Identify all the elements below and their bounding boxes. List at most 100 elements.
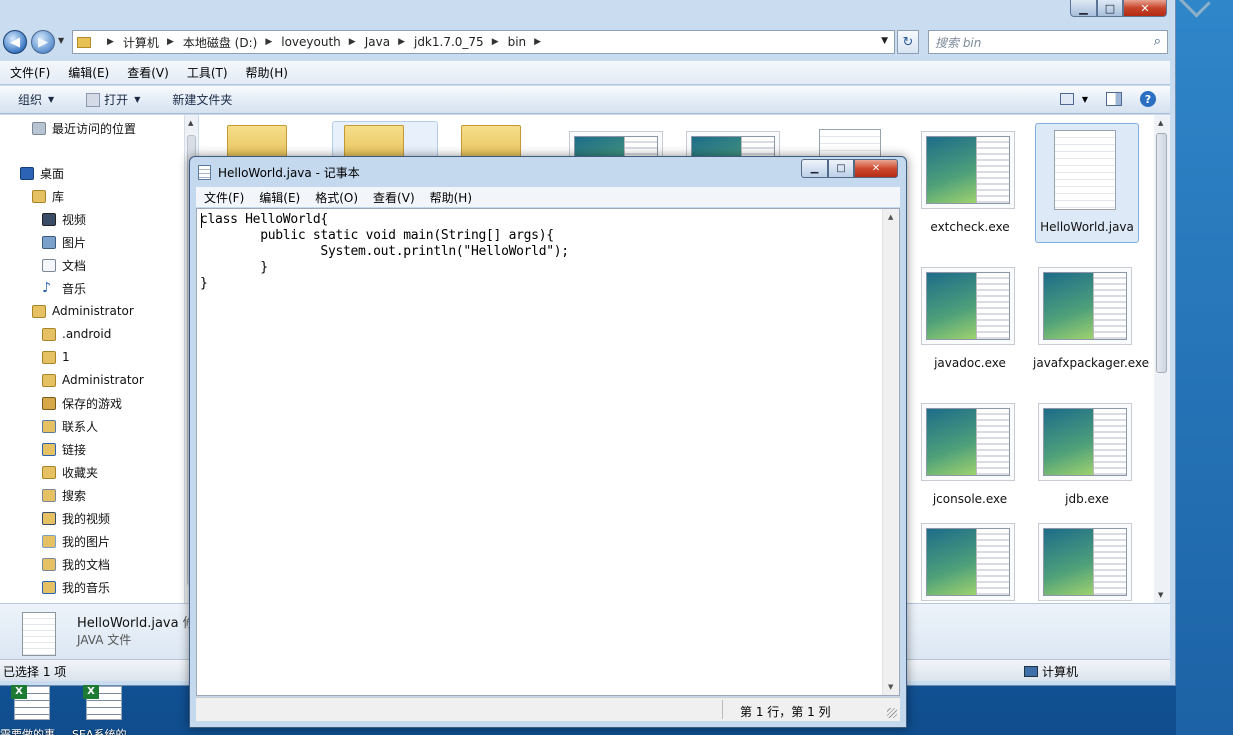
nav-item-pictures[interactable]: 图片 — [42, 233, 86, 251]
desktop-icon-excel-1[interactable]: 需要做的事 — [0, 685, 70, 735]
chevron-right-icon[interactable]: ▶ — [492, 37, 499, 47]
scroll-thumb[interactable] — [1156, 133, 1167, 373]
file-label-helloworld[interactable]: HelloWorld.java — [1027, 219, 1147, 236]
application-icon — [1043, 272, 1127, 340]
file-item-javadoc[interactable] — [921, 267, 1015, 345]
notepad-menubar: 文件(F) 编辑(E) 格式(O) 查看(V) 帮助(H) — [196, 187, 900, 207]
breadcrumb-drive-d[interactable]: 本地磁盘 (D:) ▶ — [183, 34, 281, 51]
organize-button[interactable]: 组织 ▼ — [18, 91, 54, 108]
notepad-scrollbar[interactable]: ▲ ▼ — [882, 209, 899, 695]
new-folder-button[interactable]: 新建文件夹 — [172, 91, 232, 108]
forward-button[interactable]: ▶ — [31, 30, 55, 54]
notepad-content[interactable]: class HelloWorld{ public static void mai… — [200, 212, 569, 292]
chevron-right-icon[interactable]: ▶ — [265, 37, 272, 47]
notepad-menu-format[interactable]: 格式(O) — [307, 189, 365, 206]
breadcrumb-java[interactable]: Java ▶ — [365, 35, 414, 49]
resize-grip[interactable] — [887, 708, 897, 718]
file-label-extcheck[interactable]: extcheck.exe — [910, 219, 1030, 236]
exe-file-item[interactable] — [1038, 523, 1132, 601]
nav-item-my-videos[interactable]: 我的视频 — [42, 509, 110, 527]
file-item-jconsole[interactable] — [921, 403, 1015, 481]
nav-item-contacts[interactable]: 联系人 — [42, 417, 98, 435]
open-button[interactable]: 打开 ▼ — [86, 91, 140, 108]
nav-item-searches[interactable]: 搜索 — [42, 486, 86, 504]
explorer-minimize-button[interactable]: ▁ — [1070, 0, 1097, 17]
application-icon — [926, 272, 1010, 340]
breadcrumb-bin[interactable]: bin ▶ — [508, 35, 550, 49]
explorer-maximize-button[interactable]: □ — [1097, 0, 1123, 17]
breadcrumb-jdk[interactable]: jdk1.7.0_75 ▶ — [414, 35, 508, 49]
chevron-right-icon[interactable]: ▶ — [534, 37, 541, 47]
address-bar[interactable]: ▶ 计算机 ▶ 本地磁盘 (D:) ▶ loveyouth ▶ Java ▶ jdk1.… — [72, 30, 895, 54]
file-item-extcheck[interactable] — [921, 131, 1015, 209]
scroll-up-icon[interactable]: ▲ — [188, 119, 193, 127]
nav-item-videos[interactable]: 视频 — [42, 210, 86, 228]
application-icon — [926, 528, 1010, 596]
notepad-menu-help[interactable]: 帮助(H) — [422, 189, 479, 206]
notepad-close-button[interactable]: ✕ — [854, 159, 898, 178]
search-icon[interactable]: ⌕ — [1154, 34, 1161, 49]
desktop-icon-excel-2[interactable]: SEA系统的… — [72, 685, 142, 735]
excel-file-icon — [83, 685, 122, 720]
nav-item-my-music[interactable]: 我的音乐 — [42, 578, 110, 596]
preview-pane-button[interactable] — [1106, 92, 1122, 106]
notepad-menu-edit[interactable]: 编辑(E) — [251, 189, 307, 206]
nav-item-administrator[interactable]: Administrator — [32, 302, 134, 320]
view-icon — [1059, 93, 1074, 105]
nav-item-android[interactable]: .android — [42, 325, 111, 343]
nav-item-documents[interactable]: 文档 — [42, 256, 86, 274]
file-item-jdb[interactable] — [1038, 403, 1132, 481]
help-icon[interactable]: ? — [1140, 91, 1156, 107]
back-button[interactable]: ◀ — [3, 30, 27, 54]
file-label-jdb[interactable]: jdb.exe — [1027, 491, 1147, 508]
excel-file-icon — [11, 685, 50, 720]
menu-edit[interactable]: 编辑(E) — [58, 64, 117, 81]
chevron-right-icon[interactable]: ▶ — [398, 37, 405, 47]
file-pane-scrollbar[interactable]: ▲ ▼ — [1154, 115, 1170, 603]
nav-item-my-pictures[interactable]: 我的图片 — [42, 532, 110, 550]
menu-view[interactable]: 查看(V) — [117, 64, 177, 81]
notepad-text-area[interactable]: class HelloWorld{ public static void mai… — [196, 208, 900, 696]
file-label-jconsole[interactable]: jconsole.exe — [910, 491, 1030, 508]
scroll-up-icon[interactable]: ▲ — [1158, 119, 1163, 127]
nav-item-music[interactable]: ♪ 音乐 — [42, 279, 86, 297]
breadcrumb-separator-root[interactable]: ▶ — [99, 37, 123, 47]
scroll-up-icon[interactable]: ▲ — [888, 213, 893, 221]
file-item-javafxpackager[interactable] — [1038, 267, 1132, 345]
nav-item-my-documents[interactable]: 我的文档 — [42, 555, 110, 573]
nav-item-saved-games[interactable]: 保存的游戏 — [42, 394, 122, 412]
folder-icon — [77, 36, 91, 48]
address-dropdown-icon[interactable]: ▼ — [881, 36, 888, 46]
scroll-down-icon[interactable]: ▼ — [1158, 591, 1163, 599]
notepad-maximize-button[interactable]: □ — [828, 159, 854, 178]
nav-item-favorites[interactable]: 收藏夹 — [42, 463, 98, 481]
nav-item-library[interactable]: 库 — [32, 187, 64, 205]
file-label-javafxpackager[interactable]: javafxpackager.exe — [1033, 355, 1149, 372]
exe-file-item[interactable] — [921, 523, 1015, 601]
notepad-window: HelloWorld.java - 记事本 ▁ □ ✕ 文件(F) 编辑(E) … — [189, 156, 907, 728]
breadcrumb-loveyouth[interactable]: loveyouth ▶ — [281, 35, 364, 49]
notepad-menu-view[interactable]: 查看(V) — [365, 189, 422, 206]
document-folder-icon — [42, 557, 56, 571]
nav-item-1[interactable]: 1 — [42, 348, 70, 366]
change-view-button[interactable]: ▼ — [1059, 93, 1088, 105]
search-input[interactable]: 搜索 bin ⌕ — [928, 30, 1168, 54]
menu-help[interactable]: 帮助(H) — [236, 64, 296, 81]
chevron-right-icon[interactable]: ▶ — [349, 37, 356, 47]
nav-item-desktop[interactable]: 桌面 — [20, 164, 64, 182]
breadcrumb-computer[interactable]: 计算机 ▶ — [123, 34, 183, 51]
nav-item-administrator-folder[interactable]: Administrator — [42, 371, 144, 389]
nav-item-links[interactable]: 链接 — [42, 440, 86, 458]
recent-pages-dropdown-icon[interactable]: ▼ — [58, 36, 64, 45]
menu-file[interactable]: 文件(F) — [0, 64, 58, 81]
notepad-minimize-button[interactable]: ▁ — [801, 159, 828, 178]
refresh-button[interactable]: ↻ — [897, 30, 919, 54]
file-label-javadoc[interactable]: javadoc.exe — [910, 355, 1030, 372]
library-icon — [32, 189, 46, 203]
nav-item-recent[interactable]: 最近访问的位置 — [32, 119, 136, 137]
explorer-close-button[interactable]: ✕ — [1123, 0, 1167, 17]
scroll-down-icon[interactable]: ▼ — [888, 683, 893, 691]
notepad-menu-file[interactable]: 文件(F) — [196, 189, 251, 206]
chevron-right-icon[interactable]: ▶ — [167, 37, 174, 47]
menu-tools[interactable]: 工具(T) — [177, 64, 236, 81]
